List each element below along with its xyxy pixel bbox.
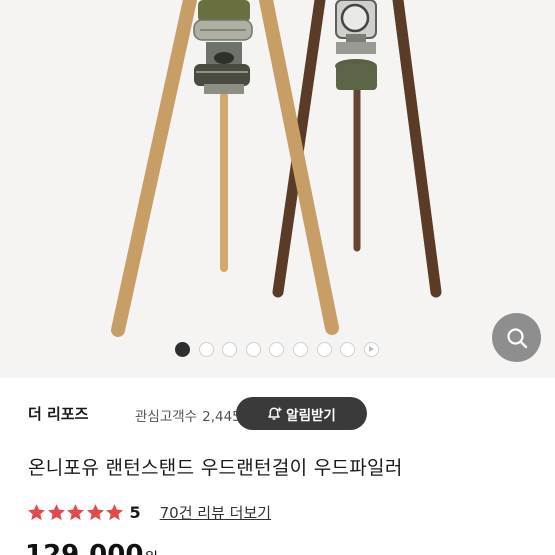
interest-count: 관심고객수 2,445 xyxy=(135,405,246,425)
star-icon xyxy=(67,503,84,520)
gas-lantern xyxy=(335,0,377,90)
price: 129,000원 xyxy=(25,540,158,555)
star-icon xyxy=(47,503,65,520)
interest-value: 2,445 xyxy=(202,409,241,425)
star-icon xyxy=(86,503,104,520)
carousel-pagination xyxy=(175,341,387,357)
rating-value: 5 xyxy=(129,502,141,522)
seller-name[interactable]: 더 리포즈 xyxy=(28,403,88,424)
search-icon xyxy=(506,327,527,348)
olive-lantern xyxy=(193,0,253,94)
product-image-carousel[interactable] xyxy=(0,0,555,378)
carousel-dot[interactable] xyxy=(175,341,190,357)
carousel-dot[interactable] xyxy=(269,341,285,357)
product-photo xyxy=(111,0,442,337)
review-link[interactable]: 70건 리뷰 더보기 xyxy=(160,502,271,523)
star-icon xyxy=(28,503,45,520)
carousel-dot[interactable] xyxy=(245,341,261,357)
star-icon xyxy=(106,503,123,520)
seller-info: 더 리포즈 관심고객수 2,445 알림받기 xyxy=(28,397,538,431)
carousel-dot[interactable] xyxy=(316,341,332,357)
carousel-dot[interactable] xyxy=(340,341,356,357)
star-rating xyxy=(27,503,125,522)
carousel-video-dot[interactable] xyxy=(363,341,379,357)
rating-row: 5 70건 리뷰 더보기 xyxy=(27,500,271,524)
carousel-dot[interactable] xyxy=(292,341,308,357)
alarm-subscribe-button[interactable]: 알림받기 xyxy=(236,397,367,430)
carousel-dot[interactable] xyxy=(198,341,214,357)
product-title: 온니포유 랜턴스탠드 우드랜턴걸이 우드파일러 xyxy=(28,457,403,479)
price-unit: 원 xyxy=(144,549,158,555)
alarm-label: 알림받기 xyxy=(286,407,336,424)
interest-label: 관심고객수 xyxy=(135,409,198,425)
zoom-button[interactable] xyxy=(492,313,541,362)
price-value: 129,000 xyxy=(25,540,144,555)
bell-plus-icon xyxy=(268,406,282,420)
carousel-dot[interactable] xyxy=(222,341,238,357)
